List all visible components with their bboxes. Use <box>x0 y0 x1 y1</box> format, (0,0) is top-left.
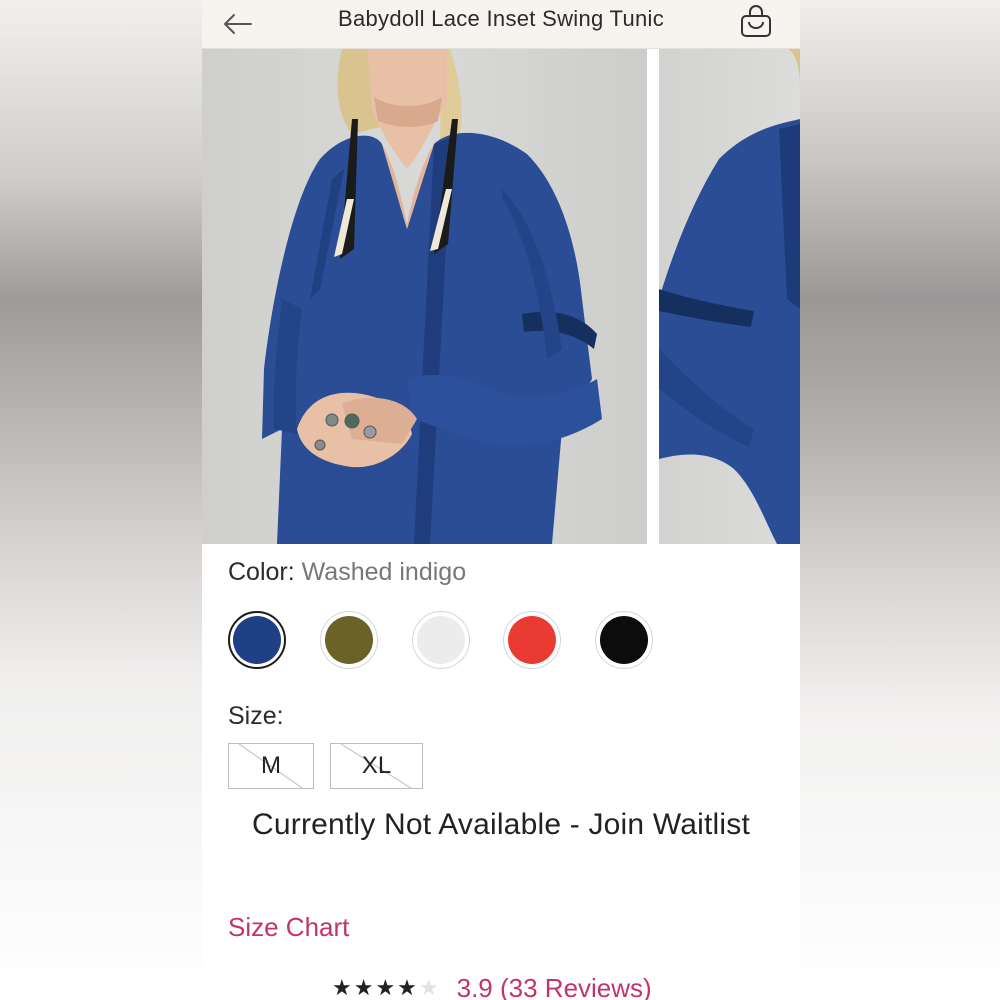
top-bar: Babydoll Lace Inset Swing Tunic <box>202 0 800 49</box>
swatch-color-fill <box>325 616 373 664</box>
swatch-black[interactable] <box>595 611 653 669</box>
size-option-m[interactable]: M <box>228 743 314 789</box>
color-swatches <box>228 611 788 673</box>
size-chart-link[interactable]: Size Chart <box>228 912 349 943</box>
swatch-color-fill <box>600 616 648 664</box>
blurred-background-left <box>0 0 202 1000</box>
product-screen: Babydoll Lace Inset Swing Tunic Color: W… <box>202 0 800 1000</box>
size-option-label: M <box>261 752 281 779</box>
color-label: Color: <box>228 558 295 586</box>
page-title: Babydoll Lace Inset Swing Tunic <box>337 6 665 31</box>
back-button[interactable] <box>220 6 256 42</box>
swatch-color-fill <box>508 616 556 664</box>
arrow-left-icon <box>224 14 252 34</box>
blurred-background-right <box>800 0 1000 1000</box>
product-image-gallery[interactable] <box>202 49 800 544</box>
selected-color-name: Washed indigo <box>301 558 467 586</box>
swatch-olive[interactable] <box>320 611 378 669</box>
swatch-washed-indigo[interactable] <box>228 611 286 669</box>
shopping-bag-button[interactable] <box>736 2 776 42</box>
model-wearing-tunic-image <box>262 49 602 544</box>
product-image-main[interactable] <box>202 49 647 544</box>
shopping-bag-icon <box>741 5 771 37</box>
size-option-xl[interactable]: XL <box>330 743 423 789</box>
size-label: Size: <box>228 702 284 730</box>
size-option-label: XL <box>361 752 392 779</box>
join-waitlist-link[interactable]: Currently Not Available - Join Waitlist <box>202 808 800 842</box>
empty-star: ★ <box>418 975 441 1000</box>
swatch-color-fill <box>417 616 465 664</box>
product-image-next[interactable] <box>659 49 800 544</box>
model-sleeve-image <box>659 49 800 544</box>
color-selection-label: Color: Washed indigo <box>228 558 466 587</box>
swatch-red[interactable] <box>503 611 561 669</box>
filled-stars: ★★★★ <box>332 975 419 1000</box>
swatch-white[interactable] <box>412 611 470 669</box>
swatch-color-fill <box>233 616 281 664</box>
star-rating-icon: ★★★★★ <box>332 975 441 1000</box>
reviews-link[interactable]: 3.9 (33 Reviews) <box>457 973 652 1000</box>
rating-summary: ★★★★★ 3.9 (33 Reviews) <box>332 973 652 1000</box>
